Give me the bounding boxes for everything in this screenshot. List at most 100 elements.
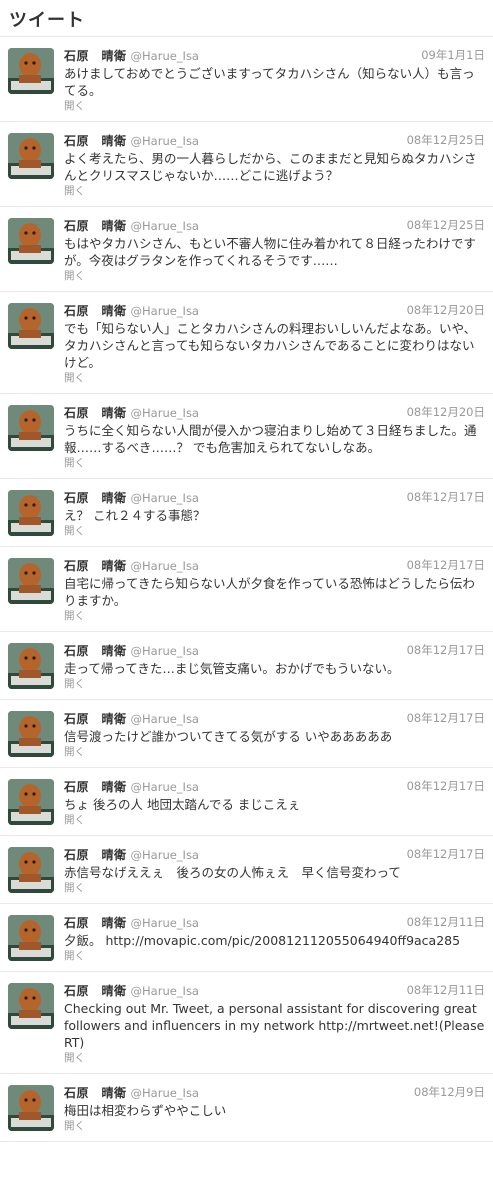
avatar[interactable]: [8, 218, 54, 264]
tweet-item[interactable]: 石原 晴衛 @Harue_Isa 08年12月17日 え？ これ２４する事態？ 開…: [0, 479, 493, 547]
expand-link[interactable]: 開く: [64, 813, 485, 827]
page-title: ツイート: [9, 10, 85, 31]
expand-link[interactable]: 開く: [64, 881, 485, 895]
screen-name[interactable]: @Harue_Isa: [131, 780, 199, 794]
tweet-item[interactable]: 石原 晴衛 @Harue_Isa 08年12月25日 もはやタカハシさん、もとい不…: [0, 207, 493, 292]
tweet-text: 赤信号なげええぇ 後ろの女の人怖ぇえ 早く信号変わって: [64, 865, 401, 880]
author-name[interactable]: 石原 晴衛: [64, 712, 127, 726]
avatar[interactable]: [8, 303, 54, 349]
tweet-text: Checking out Mr. Tweet, a personal assis…: [64, 1001, 485, 1050]
expand-link[interactable]: 開く: [64, 609, 485, 623]
tweet-item[interactable]: 石原 晴衛 @Harue_Isa 08年12月25日 よく考えたら、男の一人暮らし…: [0, 122, 493, 207]
tweet-timestamp[interactable]: 08年12月11日: [407, 982, 485, 998]
tweet-item[interactable]: 石原 晴衛 @Harue_Isa 08年12月11日 夕飯。 http://mov…: [0, 904, 493, 972]
screen-name[interactable]: @Harue_Isa: [131, 406, 199, 420]
screen-name[interactable]: @Harue_Isa: [131, 304, 199, 318]
screen-name[interactable]: @Harue_Isa: [131, 984, 199, 998]
author-name[interactable]: 石原 晴衛: [64, 848, 127, 862]
tweet-text: もはやタカハシさん、もとい不審人物に住み着かれて８日経ったわけですが。今夜はグラ…: [64, 236, 476, 268]
tweet-timestamp[interactable]: 09年1月1日: [421, 47, 485, 63]
tweet-timestamp[interactable]: 08年12月17日: [407, 846, 485, 862]
tweet-timestamp[interactable]: 08年12月11日: [407, 914, 485, 930]
screen-name[interactable]: @Harue_Isa: [131, 219, 199, 233]
screen-name[interactable]: @Harue_Isa: [131, 49, 199, 63]
avatar[interactable]: [8, 1085, 54, 1131]
tweet-timestamp[interactable]: 08年12月17日: [407, 489, 485, 505]
expand-link[interactable]: 開く: [64, 949, 485, 963]
tweet-text: 梅田は相変わらずややこしい: [64, 1103, 227, 1118]
tweet-item[interactable]: 石原 晴衛 @Harue_Isa 08年12月11日 Checking out M…: [0, 972, 493, 1074]
avatar[interactable]: [8, 558, 54, 604]
author-name[interactable]: 石原 晴衛: [64, 984, 127, 998]
tweet-text: でも「知らない人」ことタカハシさんの料理おいしいんだよなあ。いや、タカハシさんと…: [64, 321, 477, 370]
screen-name[interactable]: @Harue_Isa: [131, 491, 199, 505]
screen-name[interactable]: @Harue_Isa: [131, 916, 199, 930]
tweet-item[interactable]: 石原 晴衛 @Harue_Isa 08年12月17日 信号渡ったけど誰かついてきて…: [0, 700, 493, 768]
screen-name[interactable]: @Harue_Isa: [131, 644, 199, 658]
expand-link[interactable]: 開く: [64, 745, 485, 759]
tweet-text: あけましておめでとうございますってタカハシさん（知らない人）も言ってる。: [64, 66, 475, 98]
screen-name[interactable]: @Harue_Isa: [131, 134, 199, 148]
tweet-timestamp[interactable]: 08年12月17日: [407, 557, 485, 573]
tweet-item[interactable]: 石原 晴衛 @Harue_Isa 09年1月1日 あけましておめでとうございますっ…: [0, 37, 493, 122]
tweet-timestamp[interactable]: 08年12月17日: [407, 778, 485, 794]
tweet-text: うちに全く知らない人間が侵入かつ寝泊まりし始めて３日経ちました。通報……するべき…: [64, 423, 477, 455]
tweet-timestamp[interactable]: 08年12月17日: [407, 642, 485, 658]
avatar[interactable]: [8, 779, 54, 825]
tweet-timestamp[interactable]: 08年12月9日: [414, 1084, 485, 1100]
author-name[interactable]: 石原 晴衛: [64, 219, 127, 233]
screen-name[interactable]: @Harue_Isa: [131, 712, 199, 726]
author-name[interactable]: 石原 晴衛: [64, 406, 127, 420]
tweet-item[interactable]: 石原 晴衛 @Harue_Isa 08年12月20日 でも「知らない人」ことタカハ…: [0, 292, 493, 394]
tweet-item[interactable]: 石原 晴衛 @Harue_Isa 08年12月17日 赤信号なげええぇ 後ろの女の…: [0, 836, 493, 904]
author-name[interactable]: 石原 晴衛: [64, 304, 127, 318]
timeline-header: ツイート: [0, 0, 493, 37]
tweet-timestamp[interactable]: 08年12月25日: [407, 217, 485, 233]
screen-name[interactable]: @Harue_Isa: [131, 848, 199, 862]
expand-link[interactable]: 開く: [64, 456, 485, 470]
tweet-item[interactable]: 石原 晴衛 @Harue_Isa 08年12月9日 梅田は相変わらずややこしい 開…: [0, 1074, 493, 1142]
tweet-text: 信号渡ったけど誰かついてきてる気がする いやあああああ: [64, 729, 393, 744]
avatar[interactable]: [8, 48, 54, 94]
tweet-text: 夕飯。 http://movapic.com/pic/2008121120550…: [64, 933, 461, 948]
avatar[interactable]: [8, 405, 54, 451]
author-name[interactable]: 石原 晴衛: [64, 134, 127, 148]
avatar[interactable]: [8, 915, 54, 961]
tweet-text: ちょ 後ろの人 地団太踏んでる まじこえぇ: [64, 797, 301, 812]
expand-link[interactable]: 開く: [64, 99, 485, 113]
tweet-timestamp[interactable]: 08年12月17日: [407, 710, 485, 726]
avatar[interactable]: [8, 643, 54, 689]
tweet-text: 自宅に帰ってきたら知らない人が夕食を作っている恐怖はどうしたら伝わりますか。: [64, 576, 475, 608]
tweet-text: 走って帰ってきた…まじ気管支痛い。おかげでもういない。: [64, 661, 400, 676]
avatar[interactable]: [8, 490, 54, 536]
author-name[interactable]: 石原 晴衛: [64, 559, 127, 573]
author-name[interactable]: 石原 晴衛: [64, 916, 127, 930]
avatar[interactable]: [8, 983, 54, 1029]
expand-link[interactable]: 開く: [64, 677, 485, 691]
tweet-timestamp[interactable]: 08年12月20日: [407, 404, 485, 420]
tweet-timestamp[interactable]: 08年12月20日: [407, 302, 485, 318]
tweet-timestamp[interactable]: 08年12月25日: [407, 132, 485, 148]
expand-link[interactable]: 開く: [64, 371, 485, 385]
tweet-item[interactable]: 石原 晴衛 @Harue_Isa 08年12月20日 うちに全く知らない人間が侵入…: [0, 394, 493, 479]
screen-name[interactable]: @Harue_Isa: [131, 1086, 199, 1100]
avatar[interactable]: [8, 711, 54, 757]
author-name[interactable]: 石原 晴衛: [64, 491, 127, 505]
expand-link[interactable]: 開く: [64, 1119, 485, 1133]
tweet-timeline: 石原 晴衛 @Harue_Isa 09年1月1日 あけましておめでとうございますっ…: [0, 37, 493, 1142]
avatar[interactable]: [8, 847, 54, 893]
avatar[interactable]: [8, 133, 54, 179]
expand-link[interactable]: 開く: [64, 269, 485, 283]
author-name[interactable]: 石原 晴衛: [64, 644, 127, 658]
author-name[interactable]: 石原 晴衛: [64, 49, 127, 63]
screen-name[interactable]: @Harue_Isa: [131, 559, 199, 573]
tweet-item[interactable]: 石原 晴衛 @Harue_Isa 08年12月17日 走って帰ってきた…まじ気管支…: [0, 632, 493, 700]
author-name[interactable]: 石原 晴衛: [64, 1086, 127, 1100]
tweet-text: え？ これ２４する事態？: [64, 508, 206, 523]
tweet-item[interactable]: 石原 晴衛 @Harue_Isa 08年12月17日 ちょ 後ろの人 地団太踏んで…: [0, 768, 493, 836]
expand-link[interactable]: 開く: [64, 1051, 485, 1065]
expand-link[interactable]: 開く: [64, 184, 485, 198]
expand-link[interactable]: 開く: [64, 524, 485, 538]
tweet-item[interactable]: 石原 晴衛 @Harue_Isa 08年12月17日 自宅に帰ってきたら知らない人…: [0, 547, 493, 632]
author-name[interactable]: 石原 晴衛: [64, 780, 127, 794]
